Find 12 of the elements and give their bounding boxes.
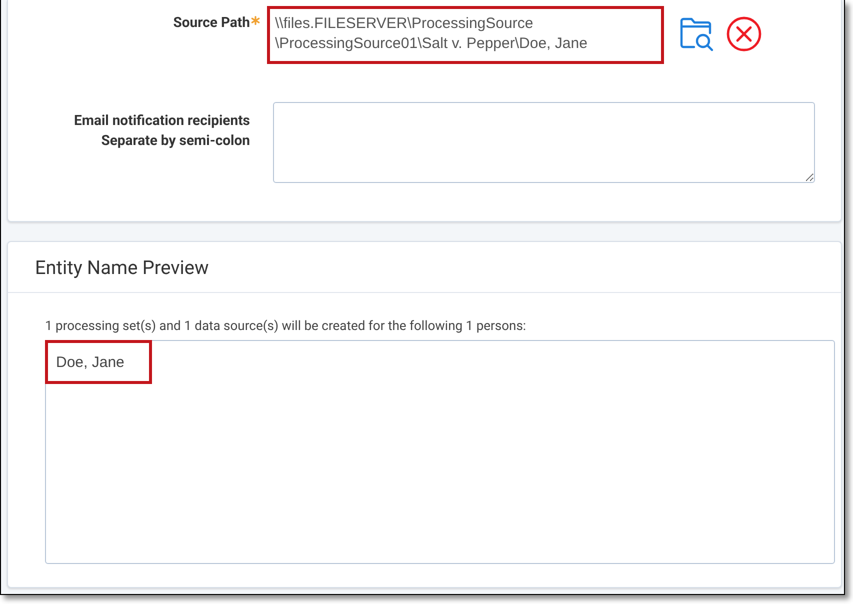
email-recipients-field[interactable] [273,102,815,183]
clear-button[interactable] [726,16,762,52]
field-label: Source Path [173,14,250,33]
folder-search-icon [679,16,715,52]
person-name: Doe, Jane [56,354,124,371]
preview-message: 1 processing set(s) and 1 data source(s) will be created for the following 1 persons: [45,319,528,335]
source-path-value: \\files.FILESERVER\ProcessingSource\ProcessingSource01\Salt v. Pepper\Doe, Jane [275,14,588,54]
field-label: Email notification recipients [74,112,250,131]
card-title: Entity Name Preview [35,256,209,278]
browse-folder-button[interactable] [679,16,715,52]
close-circle-icon [726,16,762,52]
field-hint: Separate by semi-colon [101,132,250,151]
